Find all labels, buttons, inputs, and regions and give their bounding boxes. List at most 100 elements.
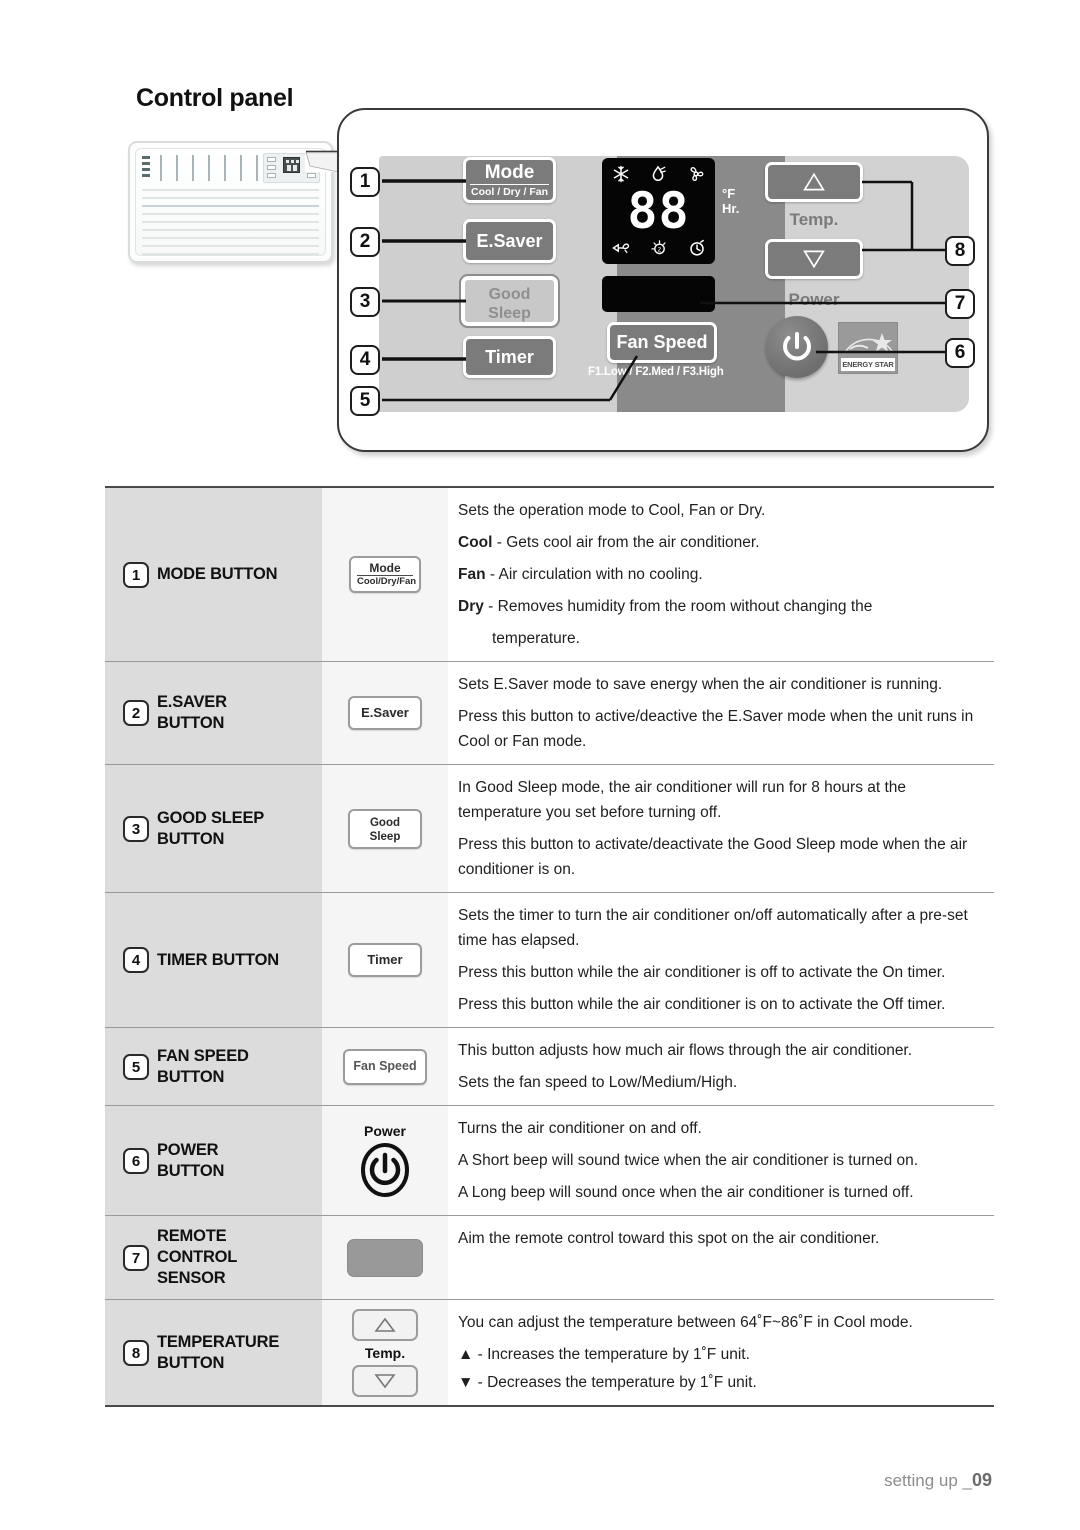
row-description-cell: Sets E.Saver mode to save energy when th… (448, 662, 994, 764)
row-name-label: E.SAVER BUTTON (157, 693, 227, 732)
dry-droplet-icon (653, 165, 667, 181)
temp-up-chip (352, 1308, 418, 1341)
diagram-temp-down-button[interactable] (765, 239, 863, 279)
row-name-cell: 8 TEMPERATURE BUTTON (105, 1300, 322, 1405)
row-name-cell: 2 E.SAVER BUTTON (105, 662, 322, 764)
button-description-table: 1 MODE BUTTON Mode Cool/Dry/Fan Sets the… (105, 486, 994, 1407)
row-name-cell: 4 TIMER BUTTON (105, 893, 322, 1027)
lcd-digits: 88 (627, 182, 690, 240)
lcd-unit-labels: °F Hr. (722, 186, 739, 216)
callout-2: 2 (350, 227, 380, 257)
desc-line: Fan - Air circulation with no cooling. (458, 562, 980, 587)
table-row: 5 FAN SPEED BUTTON Fan Speed This button… (105, 1028, 994, 1106)
callout-7: 7 (945, 289, 975, 319)
esaver-button-chip: E.Saver (348, 696, 422, 730)
power-symbol-icon (361, 1142, 409, 1197)
desc-line: Aim the remote control toward this spot … (458, 1230, 880, 1247)
energy-star-arc-icon (844, 333, 894, 354)
row-icon-cell: Good Sleep (322, 765, 448, 892)
row-name-cell: 6 POWER BUTTON (105, 1106, 322, 1215)
row-name-label: GOOD SLEEP BUTTON (157, 808, 265, 848)
desc-line: Dry - Removes humidity from the room wit… (458, 594, 980, 619)
lcd-unit-fahrenheit: °F (722, 186, 736, 201)
energy-star-label: ENERGY STAR (841, 358, 895, 371)
row-name-label: TIMER BUTTON (157, 950, 279, 969)
triangle-up-icon (374, 1317, 396, 1332)
table-row: 3 GOOD SLEEP BUTTON Good Sleep In Good S… (105, 765, 994, 893)
lcd-bottom-icon-row: z (602, 236, 715, 260)
diagram-timer-button[interactable]: Timer (463, 336, 556, 378)
callout-4: 4 (350, 345, 380, 375)
cool-snowflake-icon (613, 165, 629, 183)
table-row: 6 POWER BUTTON Power Turns the air condi… (105, 1106, 994, 1216)
mode-button-sublabel: Cool / Dry / Fan (470, 184, 549, 198)
row-name-cell: 1 MODE BUTTON (105, 488, 322, 661)
desc-line: temperature. (492, 630, 580, 647)
desc-line: A Long beep will sound once when the air… (458, 1184, 914, 1201)
page-footer: setting up _09 (884, 1470, 992, 1491)
desc-rest: - Gets cool air from the air conditioner… (492, 534, 760, 551)
row-description-cell: This button adjusts how much air flows t… (448, 1028, 994, 1105)
fan-speed-button-chip: Fan Speed (343, 1048, 427, 1085)
row-number-badge: 7 (123, 1244, 149, 1271)
chip-line-2: Cool/Dry/Fan (357, 575, 417, 587)
temp-down-chip (352, 1364, 418, 1397)
table-row: 7 REMOTE CONTROL SENSOR Aim the remote c… (105, 1216, 994, 1300)
desc-line: Turns the air conditioner on and off. (458, 1120, 702, 1137)
row-number-badge: 8 (123, 1339, 149, 1366)
esaver-plug-icon (611, 243, 629, 254)
row-name-label: FAN SPEED BUTTON (157, 1046, 249, 1086)
desc-line: Sets the timer to turn the air condition… (458, 907, 968, 949)
diagram-mode-button[interactable]: Mode Cool / Dry / Fan (463, 157, 556, 203)
fan-speed-legend: F1.Low / F2.Med / F3.High (588, 366, 724, 378)
row-name-cell: 7 REMOTE CONTROL SENSOR (105, 1216, 322, 1299)
timer-button-chip: Timer (348, 943, 422, 977)
callout-8: 8 (945, 236, 975, 266)
desc-lead: Fan (458, 566, 486, 583)
good-sleep-moon-icon: z (650, 240, 666, 255)
callout-5: 5 (350, 386, 380, 416)
row-icon-cell: Timer (322, 893, 448, 1027)
diagram-remote-sensor-strip (602, 276, 715, 312)
desc-line: Sets the fan speed to Low/Medium/High. (458, 1074, 738, 1091)
row-name-label: TEMPERATURE BUTTON (157, 1332, 280, 1372)
desc-line: Press this button to activate/deactivate… (458, 836, 968, 878)
callout-1: 1 (350, 167, 380, 197)
row-description-cell: In Good Sleep mode, the air conditioner … (448, 765, 994, 892)
table-row: 1 MODE BUTTON Mode Cool/Dry/Fan Sets the… (105, 486, 994, 662)
triangle-down-icon (374, 1373, 396, 1388)
desc-line: This button adjusts how much air flows t… (458, 1042, 913, 1059)
row-icon-cell: Mode Cool/Dry/Fan (322, 488, 448, 661)
row-icon-cell: Power (322, 1106, 448, 1215)
desc-line: Sets the operation mode to Cool, Fan or … (458, 502, 766, 519)
row-name-label: REMOTE CONTROL SENSOR (157, 1227, 238, 1287)
callout-3: 3 (350, 287, 380, 317)
row-name-cell: 3 GOOD SLEEP BUTTON (105, 765, 322, 892)
row-description-cell: Aim the remote control toward this spot … (448, 1216, 994, 1299)
power-chip-label: Power (363, 1122, 406, 1139)
row-description-cell: Sets the operation mode to Cool, Fan or … (448, 488, 994, 661)
table-row: 8 TEMPERATURE BUTTON Temp. You can adjus… (105, 1300, 994, 1407)
remote-sensor-chip (347, 1238, 423, 1277)
desc-line: Press this button while the air conditio… (458, 996, 946, 1013)
diagram-fan-speed-button[interactable]: Fan Speed (607, 322, 717, 363)
good-sleep-line-1: Good (488, 286, 531, 303)
diagram-esaver-button[interactable]: E.Saver (463, 219, 556, 263)
diagram-power-button[interactable] (766, 316, 828, 378)
row-name-cell: 5 FAN SPEED BUTTON (105, 1028, 322, 1105)
chip-line-2: Sleep (369, 830, 401, 843)
diagram-power-label: Power (788, 290, 840, 309)
chip-line-1: Mode (369, 561, 401, 575)
diagram-temp-label: Temp. (789, 210, 839, 229)
chip-line-1: Good (369, 816, 401, 829)
desc-rest: - Air circulation with no cooling. (485, 566, 703, 583)
diagram-temp-up-button[interactable] (765, 162, 863, 202)
desc-line: You can adjust the temperature between 6… (458, 1314, 913, 1331)
diagram-good-sleep-button[interactable]: Good Sleep (459, 274, 560, 328)
row-icon-cell: Temp. (322, 1300, 448, 1405)
table-row: 4 TIMER BUTTON Timer Sets the timer to t… (105, 893, 994, 1028)
energy-star-badge: ENERGY STAR (838, 322, 898, 374)
desc-line: ▼ - Decreases the temperature by 1˚F uni… (458, 1374, 757, 1391)
row-number-badge: 3 (123, 815, 149, 842)
desc-line: Cool - Gets cool air from the air condit… (458, 530, 980, 555)
